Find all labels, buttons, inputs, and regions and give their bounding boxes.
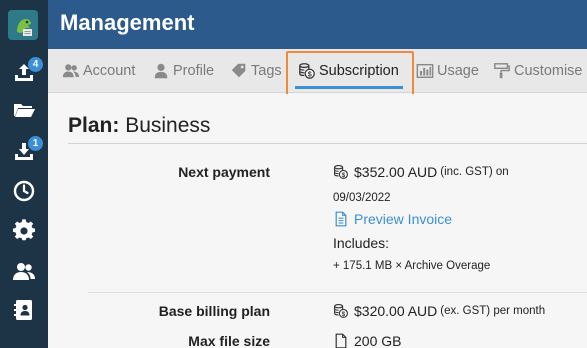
gear-icon[interactable]	[0, 212, 48, 250]
tab-account[interactable]: Account	[62, 61, 135, 81]
download-badge: 1	[28, 136, 43, 151]
upload-badge: 4	[28, 57, 43, 72]
next-payment-label: Next payment	[178, 164, 270, 180]
clock-icon[interactable]	[0, 172, 48, 210]
tab-subscription[interactable]: $ Subscription	[298, 61, 399, 81]
plan-name: Business	[125, 114, 211, 137]
base-billing-tax-note: (ex. GST) per month	[440, 305, 546, 317]
address-book-icon[interactable]	[0, 291, 48, 329]
tab-profile-label: Profile	[173, 63, 215, 79]
includes-label: Includes:	[333, 235, 390, 251]
tab-subscription-label: Subscription	[319, 63, 399, 79]
upload-icon[interactable]: 4	[0, 54, 48, 92]
base-billing-amount: $320.00 AUD	[354, 303, 438, 319]
tab-tags-label: Tags	[251, 63, 282, 79]
tab-customise[interactable]: Customise	[493, 61, 583, 81]
document-icon	[335, 211, 347, 227]
subscription-panel: Plan: Business Next payment $ $352.00 AU…	[48, 94, 587, 348]
preview-invoice-link[interactable]: Preview Invoice	[333, 211, 452, 227]
svg-text:$: $	[342, 311, 346, 318]
folder-icon[interactable]	[0, 91, 48, 129]
file-icon	[335, 333, 347, 348]
includes-item: + 175.1 MB × Archive Overage	[333, 260, 491, 272]
download-icon[interactable]: 1	[0, 133, 48, 171]
tab-usage-label: Usage	[437, 63, 479, 79]
coins-icon: $	[299, 63, 315, 79]
page-title: Management	[60, 10, 195, 35]
max-file-size-label: Max file size	[188, 333, 270, 348]
tag-icon	[231, 63, 246, 78]
active-tab-underline	[295, 86, 403, 89]
max-file-size-text: 200 GB	[354, 333, 402, 348]
max-file-size-value: 200 GB	[333, 333, 401, 348]
base-billing-label: Base billing plan	[158, 303, 270, 319]
tab-account-label: Account	[83, 63, 136, 79]
tab-customise-label: Customise	[514, 63, 583, 79]
next-payment-date: 09/03/2022	[333, 192, 391, 204]
app-logo-icon[interactable]	[8, 10, 38, 40]
user-icon	[154, 63, 168, 79]
divider	[68, 143, 587, 144]
bar-chart-icon	[416, 63, 434, 79]
users-icon[interactable]	[0, 252, 48, 290]
preview-invoice-label: Preview Invoice	[354, 211, 453, 227]
divider	[88, 292, 587, 293]
tab-usage[interactable]: Usage	[416, 61, 479, 81]
paint-roller-icon	[494, 63, 510, 79]
tab-tags[interactable]: Tags	[230, 61, 282, 81]
tab-profile[interactable]: Profile	[152, 61, 214, 81]
users-icon	[62, 64, 80, 78]
plan-heading: Plan: Business	[68, 114, 210, 138]
svg-text:$: $	[308, 69, 312, 78]
next-payment-tax-note: (inc. GST) on	[440, 166, 509, 178]
nav-rail: 4 1	[0, 0, 48, 348]
next-payment-value: $ $352.00 AUD (inc. GST) on	[333, 164, 509, 180]
next-payment-amount: $352.00 AUD	[354, 164, 438, 180]
coins-icon: $	[334, 304, 348, 318]
svg-text:$: $	[342, 172, 346, 179]
base-billing-value: $ $320.00 AUD (ex. GST) per month	[333, 303, 545, 319]
coins-icon: $	[334, 165, 348, 179]
page-header: Management	[48, 0, 587, 49]
plan-label: Plan:	[68, 114, 120, 137]
